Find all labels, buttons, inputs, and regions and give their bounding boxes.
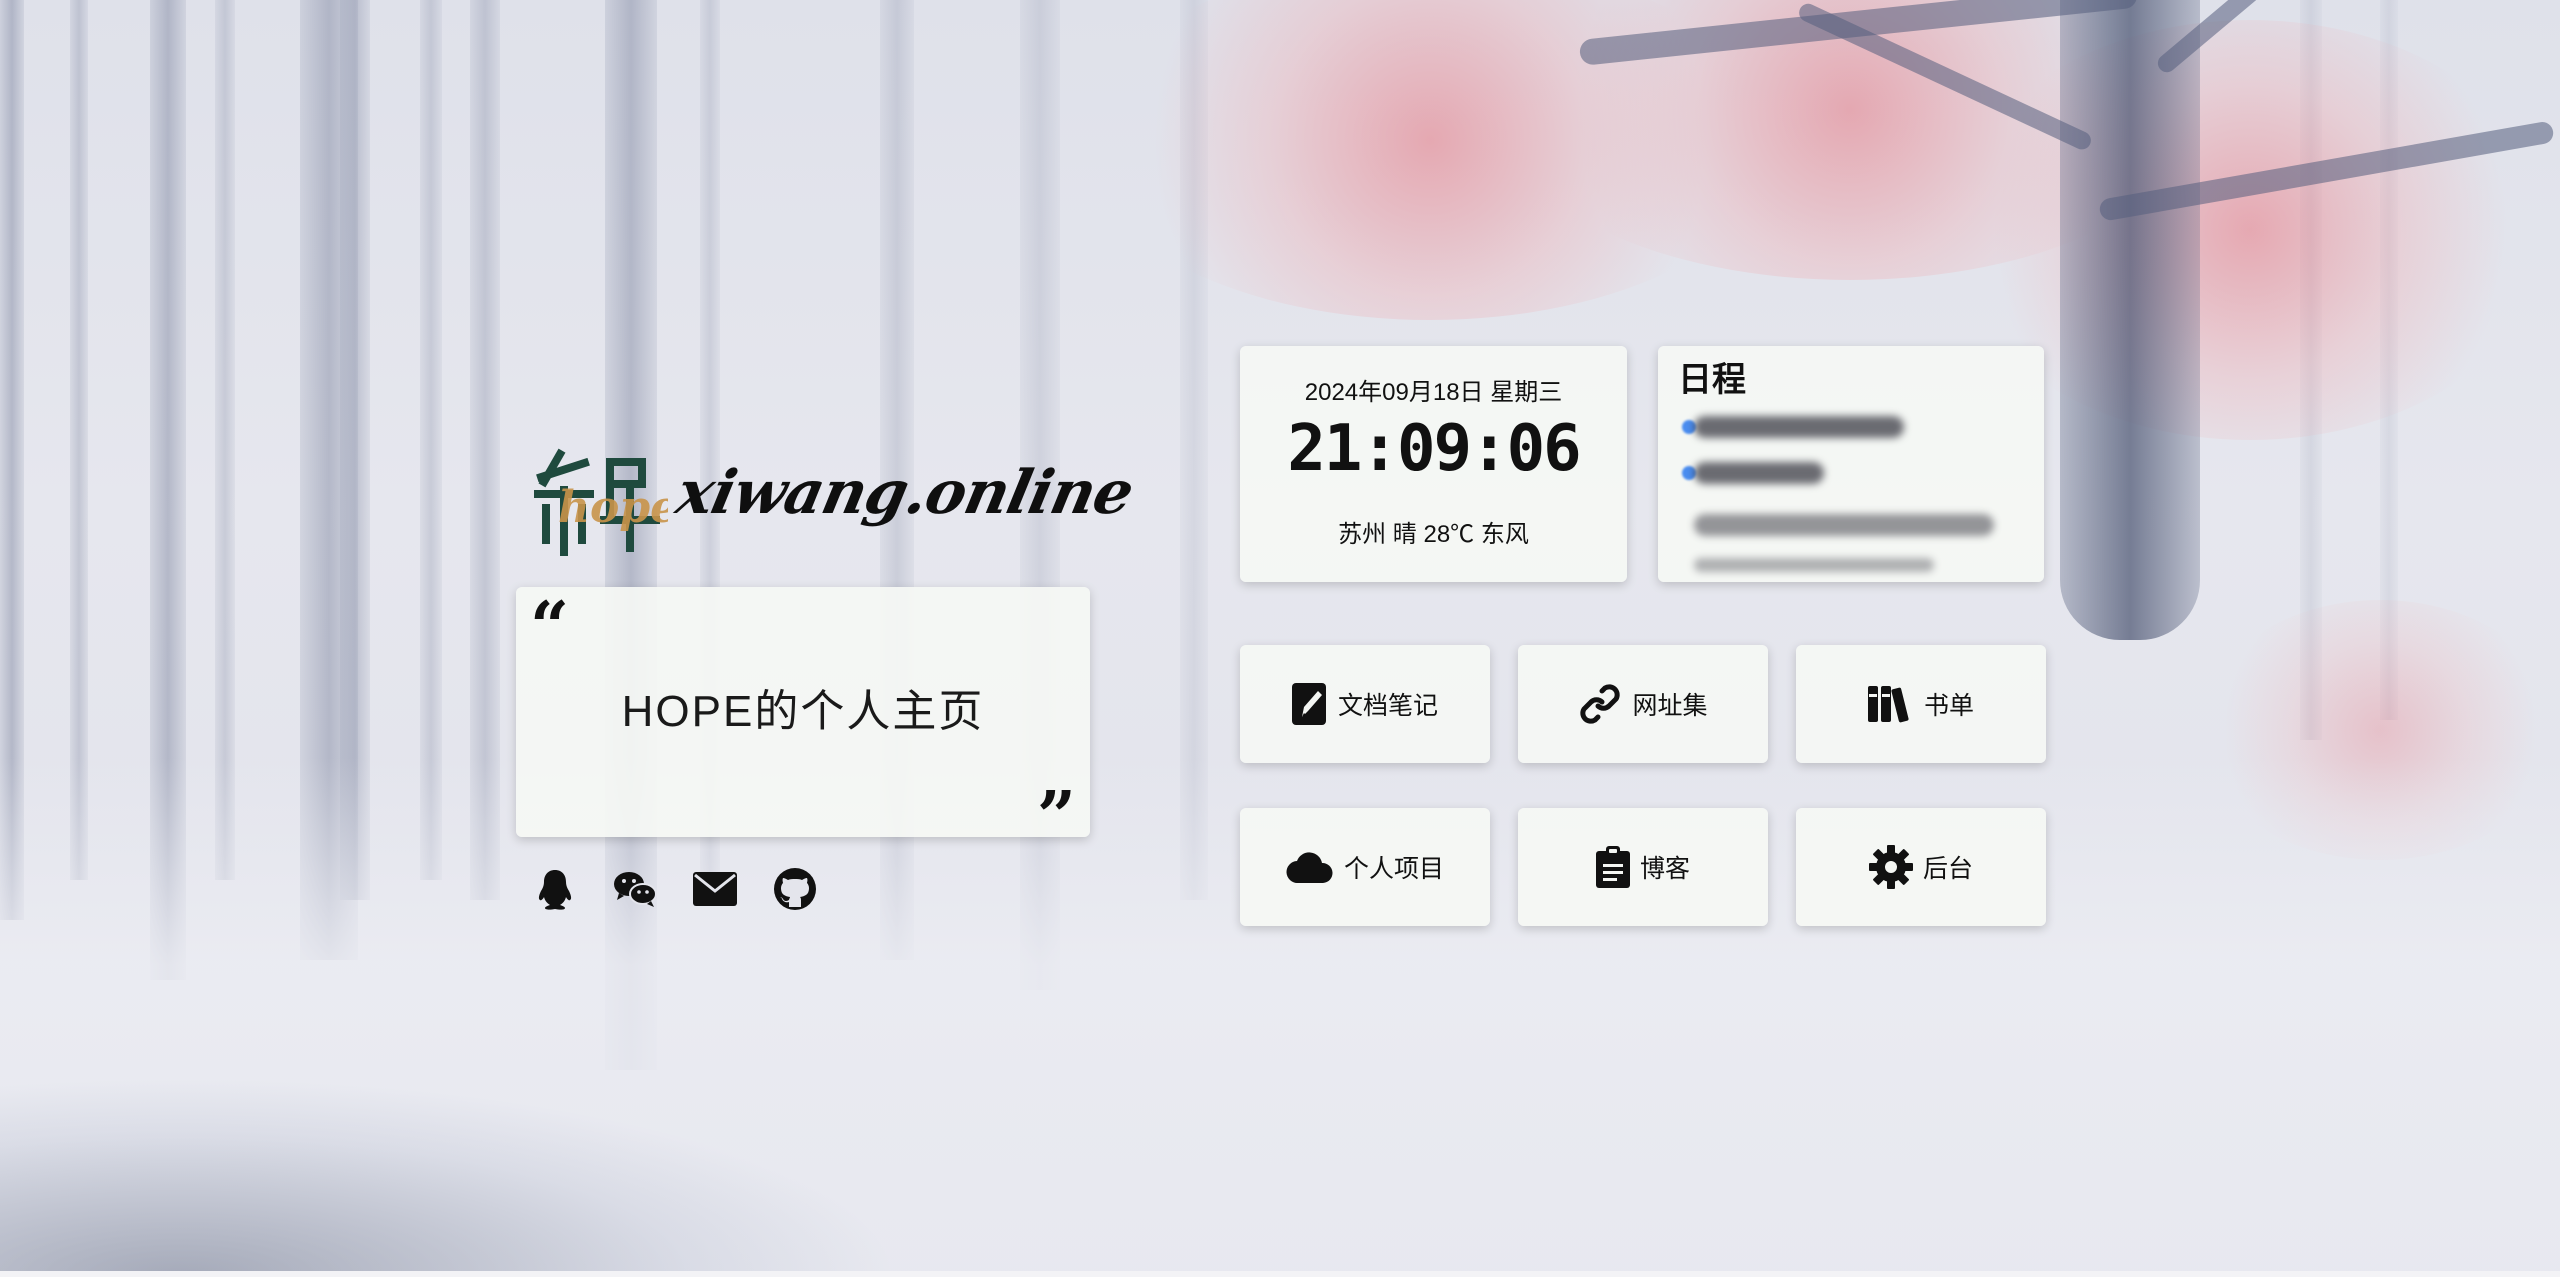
site-logo[interactable]: hope xiwang.online — [528, 440, 1139, 560]
tile-links[interactable]: 网址集 — [1518, 645, 1768, 763]
open-quote-mark: “ — [530, 587, 570, 667]
github-icon[interactable] — [772, 866, 818, 912]
weather-info: 苏州 晴 28℃ 东风 — [1338, 521, 1529, 548]
intro-quote-card: “ HOPE的个人主页 ” — [516, 587, 1090, 851]
tile-projects-label: 个人项目 — [1343, 855, 1444, 883]
tile-blog-label: 博客 — [1639, 855, 1690, 883]
tile-blog[interactable]: 博客 — [1518, 808, 1768, 926]
notebook-pen-icon — [1291, 683, 1326, 725]
schedule-item-blurred — [1694, 558, 1934, 572]
tile-admin-label: 后台 — [1922, 855, 1973, 883]
schedule-item-blurred — [1694, 462, 1824, 484]
tile-projects[interactable]: 个人项目 — [1240, 808, 1490, 926]
background-scene — [0, 0, 2560, 1277]
tile-links-label: 网址集 — [1632, 692, 1708, 720]
schedule-card[interactable]: 日程 — [1658, 346, 2044, 582]
close-quote-mark: ” — [1036, 777, 1076, 857]
wechat-icon[interactable] — [612, 866, 658, 912]
site-domain: xiwang.online — [670, 458, 1140, 528]
mail-icon[interactable] — [692, 866, 738, 912]
current-date: 2024年09月18日 星期三 — [1304, 379, 1563, 406]
cloud-icon — [1286, 852, 1333, 883]
books-icon — [1867, 686, 1909, 723]
logo-glyph-icon: hope — [534, 448, 668, 556]
tile-notes-label: 文档笔记 — [1337, 692, 1438, 720]
tile-books[interactable]: 书单 — [1796, 645, 2046, 763]
svg-text:hope: hope — [558, 482, 668, 533]
social-links — [532, 866, 818, 912]
clipboard-icon — [1595, 846, 1630, 888]
current-time: 21:09:06 — [1287, 412, 1581, 486]
datetime-weather-card: 2024年09月18日 星期三 21:09:06 苏州 晴 28℃ 东风 — [1240, 346, 1627, 582]
tile-admin[interactable]: 后台 — [1796, 808, 2046, 926]
schedule-item-blurred — [1694, 416, 1904, 438]
schedule-item-blurred — [1694, 514, 1994, 536]
tile-notes[interactable]: 文档笔记 — [1240, 645, 1490, 763]
gear-icon — [1868, 845, 1913, 889]
schedule-title: 日程 — [1678, 361, 1746, 399]
qq-icon[interactable] — [532, 866, 578, 912]
intro-quote-text: HOPE的个人主页 — [621, 687, 985, 736]
link-icon — [1580, 684, 1621, 724]
tile-books-label: 书单 — [1923, 692, 1974, 720]
